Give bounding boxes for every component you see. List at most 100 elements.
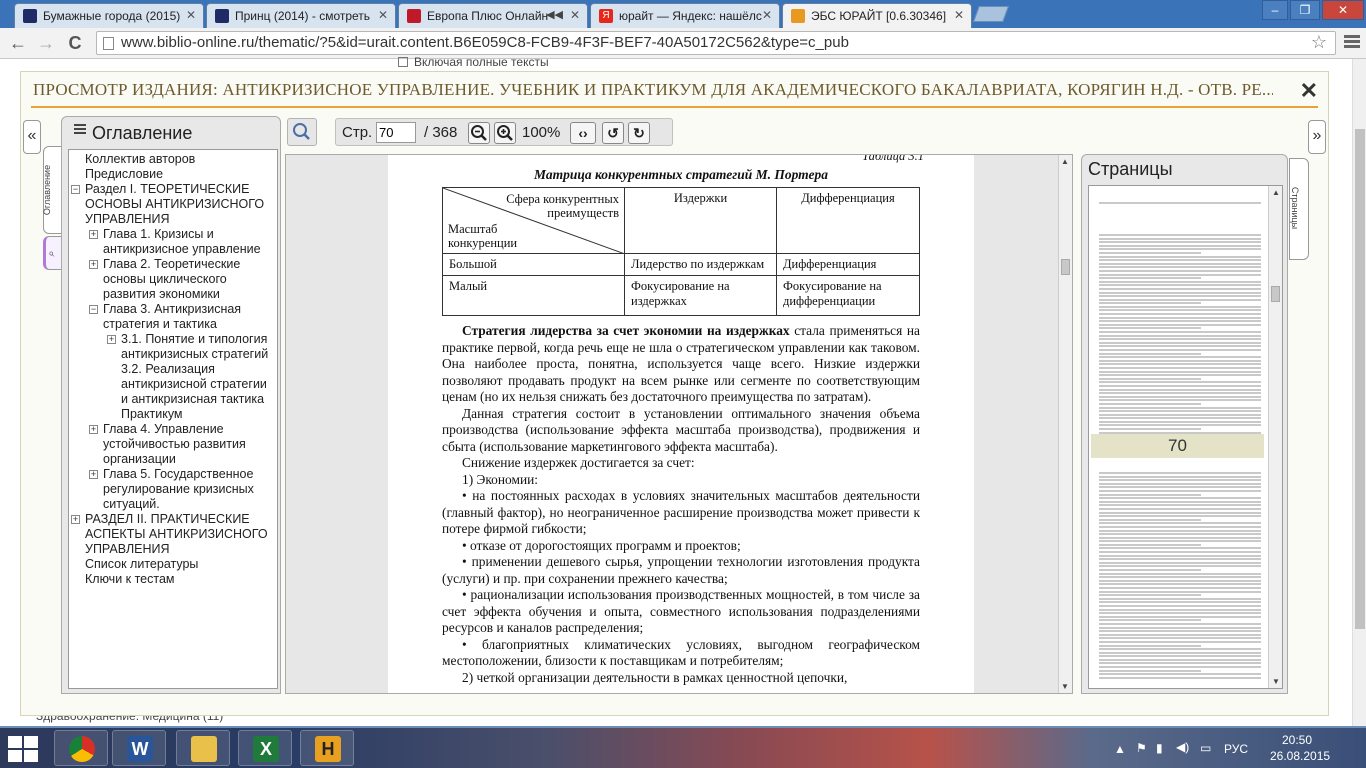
- start-button[interactable]: [6, 734, 40, 762]
- thumbnail-text-line: [1099, 291, 1261, 294]
- expand-icon[interactable]: +: [89, 425, 98, 434]
- browser-tab-4[interactable]: Я юрайт — Яндекс: нашёлс ✕: [590, 3, 780, 28]
- viewer-close-icon[interactable]: ✕: [1300, 78, 1318, 104]
- zoom-in-button[interactable]: [494, 122, 516, 144]
- browser-tab-1[interactable]: Бумажные города (2015) ✕: [14, 3, 204, 28]
- tray-expand-icon[interactable]: ▲: [1114, 742, 1126, 756]
- language-indicator[interactable]: РУС: [1224, 742, 1248, 756]
- toc-item[interactable]: Практикум: [69, 407, 277, 422]
- document-scrollbar[interactable]: ▲ ▼: [1058, 155, 1072, 693]
- thumbnail-text-line: [1099, 597, 1261, 600]
- site-favicon-icon: [215, 9, 229, 23]
- checkbox[interactable]: [398, 57, 408, 67]
- toc-item[interactable]: − Раздел I. ТЕОРЕТИЧЕСКИЕ ОСНОВЫ АНТИКРИЗ…: [69, 182, 277, 227]
- toc-item[interactable]: Ключи к тестам: [69, 572, 277, 587]
- expand-icon[interactable]: +: [71, 515, 80, 524]
- pages-side-tab[interactable]: Страницы: [1289, 158, 1309, 260]
- search-button[interactable]: [287, 118, 317, 146]
- toc-item[interactable]: + РАЗДЕЛ II. ПРАКТИЧЕСКИЕ АСПЕКТЫ АНТИКРИ…: [69, 512, 277, 557]
- tab-close-icon[interactable]: ✕: [186, 8, 196, 22]
- tab-close-icon[interactable]: ✕: [954, 8, 964, 22]
- toc-side-tab[interactable]: Оглавление: [42, 146, 63, 234]
- audio-playing-icon[interactable]: ◀◀: [546, 8, 563, 21]
- forward-button[interactable]: →: [34, 32, 58, 54]
- expand-icon[interactable]: +: [89, 230, 98, 239]
- scroll-thumb[interactable]: [1355, 129, 1365, 629]
- expand-icon[interactable]: +: [89, 470, 98, 479]
- expand-icon[interactable]: +: [89, 260, 98, 269]
- thumbnail-text-line: [1099, 590, 1261, 593]
- thumbnail-text-line: [1099, 493, 1201, 496]
- rotate-left-button[interactable]: ↺: [602, 122, 624, 144]
- toc-item[interactable]: Список литературы: [69, 557, 277, 572]
- taskbar-chrome[interactable]: [54, 730, 108, 766]
- bookmark-star-icon[interactable]: ☆: [1311, 32, 1327, 53]
- reload-button[interactable]: C: [63, 32, 87, 54]
- address-bar[interactable]: www.biblio-online.ru/thematic/?5&id=urai…: [96, 31, 1336, 55]
- taskbar-word[interactable]: W: [112, 730, 166, 766]
- browser-menu-icon[interactable]: [1344, 35, 1360, 50]
- toc-item[interactable]: +3.1. Понятие и типология антикризисных …: [69, 332, 277, 362]
- paragraph: 1) Экономии:: [462, 471, 538, 487]
- zoom-out-button[interactable]: [468, 122, 490, 144]
- flag-icon[interactable]: ⚑: [1136, 741, 1147, 755]
- toc-item[interactable]: 3.2. Реализация антикризисной стратегии …: [69, 362, 277, 407]
- expand-icon[interactable]: +: [107, 335, 116, 344]
- maximize-button[interactable]: ❐: [1290, 0, 1320, 20]
- power-icon[interactable]: ▭: [1200, 741, 1211, 755]
- fit-width-button[interactable]: ‹›: [570, 122, 596, 144]
- thumbnail-text-line: [1099, 241, 1261, 244]
- taskbar-excel[interactable]: X: [238, 730, 292, 766]
- full-text-checkbox-label[interactable]: Включая полные тексты: [398, 55, 549, 69]
- toc-item[interactable]: + Глава 2. Теоретические основы циклическ…: [69, 257, 277, 302]
- scroll-up-icon[interactable]: ▲: [1061, 157, 1069, 166]
- collapse-icon[interactable]: −: [71, 185, 80, 194]
- back-button[interactable]: ←: [6, 32, 30, 54]
- browser-tab-2[interactable]: Принц (2014) - смотреть ✕: [206, 3, 396, 28]
- toc-item[interactable]: + Глава 5. Государственное регулирование …: [69, 467, 277, 512]
- rotate-right-button[interactable]: ↻: [628, 122, 650, 144]
- document-viewport[interactable]: Таблица 3.1 Матрица конкурентных стратег…: [285, 154, 1073, 694]
- thumbnail-text-line: [1099, 316, 1261, 319]
- toc-item[interactable]: − Глава 3. Антикризисная стратегия и такт…: [69, 302, 277, 332]
- page-number-input[interactable]: [376, 122, 416, 143]
- scroll-thumb[interactable]: [1271, 286, 1280, 302]
- volume-icon[interactable]: ◀): [1176, 740, 1189, 754]
- browser-tab-5-active[interactable]: ЭБС ЮРАЙТ [0.6.30346] ✕: [782, 3, 972, 28]
- network-icon[interactable]: ▮: [1156, 741, 1163, 755]
- page-thumbnail-current[interactable]: [1095, 192, 1265, 445]
- taskbar-explorer[interactable]: [176, 730, 230, 766]
- minimize-button[interactable]: –: [1262, 0, 1288, 20]
- toc-item[interactable]: Предисловие: [69, 167, 277, 182]
- scroll-down-icon[interactable]: ▼: [1061, 682, 1069, 691]
- search-side-tab[interactable]: ⌕: [43, 236, 63, 270]
- toc-item[interactable]: + Глава 1. Кризисы и антикризисное управл…: [69, 227, 277, 257]
- taskbar-h-app[interactable]: H: [300, 730, 354, 766]
- scroll-thumb[interactable]: [1061, 259, 1070, 275]
- window-close-button[interactable]: ✕: [1322, 0, 1364, 20]
- browser-tabstrip: Бумажные города (2015) ✕ Принц (2014) - …: [0, 0, 1366, 28]
- clock-time[interactable]: 20:50: [1282, 733, 1312, 747]
- scroll-down-icon[interactable]: ▼: [1272, 677, 1280, 686]
- thumbnails-scrollbar[interactable]: ▲ ▼: [1268, 186, 1282, 688]
- collapse-left-button[interactable]: «: [23, 120, 41, 154]
- page-scrollbar[interactable]: [1352, 59, 1366, 726]
- toc-item[interactable]: + Глава 4. Управление устойчивостью разви…: [69, 422, 277, 467]
- browser-tab-3[interactable]: Европа Плюс Онлайн ◀◀ ✕: [398, 3, 588, 28]
- new-tab-button[interactable]: [973, 6, 1009, 22]
- collapse-right-button[interactable]: »: [1308, 120, 1326, 154]
- toc-item[interactable]: Коллектив авторов: [69, 152, 277, 167]
- tab-close-icon[interactable]: ✕: [570, 8, 580, 22]
- thumbnail-text-line: [1099, 410, 1261, 413]
- thumbnail-text-line: [1099, 587, 1261, 589]
- tab-close-icon[interactable]: ✕: [378, 8, 388, 22]
- thumbnail-text-line: [1099, 561, 1261, 564]
- scroll-up-icon[interactable]: ▲: [1272, 188, 1280, 197]
- clock-date[interactable]: 26.08.2015: [1270, 749, 1330, 763]
- tab-close-icon[interactable]: ✕: [762, 8, 772, 22]
- thumbnail-text-line: [1099, 529, 1261, 532]
- collapse-icon[interactable]: −: [89, 305, 98, 314]
- page-thumbnail-next[interactable]: [1095, 462, 1265, 688]
- thumbnail-text-line: [1099, 428, 1201, 431]
- bullet-item: • благоприятных климатических условиях, …: [442, 636, 920, 669]
